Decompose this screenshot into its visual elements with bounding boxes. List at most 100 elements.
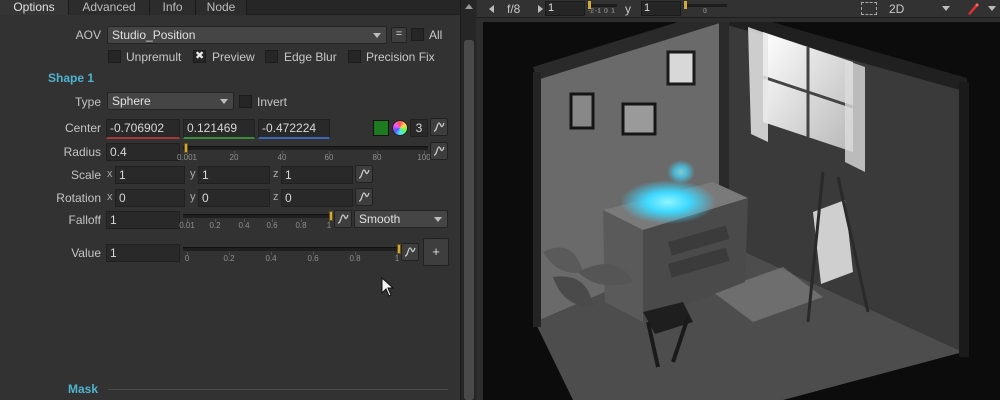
falloff-curve-button[interactable] [334,210,352,228]
chevron-down-icon[interactable] [942,6,950,11]
preview-label: Preview [212,50,255,64]
scale-y-input[interactable]: 1 [198,166,270,184]
value-curve-button[interactable] [401,243,419,261]
scale-z-input[interactable]: 1 [281,166,353,184]
center-label: Center [64,121,101,135]
curve-icon [337,214,349,224]
rotation-z-input[interactable]: 0 [281,189,353,207]
gain-slider[interactable]: -2 -1 0 1 [587,1,617,16]
render-preview-image [483,22,1000,400]
slider-tick-label: -2 [587,8,595,15]
rotation-x-input[interactable]: 0 [115,189,185,207]
gamma-input[interactable]: 1 [641,1,681,16]
mask-divider [108,389,448,390]
rotation-curve-button[interactable] [355,188,373,206]
radius-slider[interactable]: 0.001 20 40 60 80 100 [177,143,431,162]
slider-tick-label: 0.4 [265,254,277,263]
slider-tick-label: 80 [372,153,382,162]
tab-options[interactable]: Options [0,0,69,15]
shape-section-title: Shape 1 [48,71,95,85]
slider-track[interactable] [183,214,333,218]
chevron-down-icon [434,217,442,222]
value-slider[interactable]: 0 0.2 0.4 0.6 0.8 1 [183,244,401,263]
slider-tick-label: 1 [611,8,615,15]
slider-track[interactable] [183,146,428,150]
curve-icon [358,192,370,202]
rotation-y-input[interactable]: 0 [198,189,270,207]
tab-advanced[interactable]: Advanced [69,0,150,15]
invert-label: Invert [257,95,288,109]
scale-y-axis-label: y [190,168,196,180]
viewer-panel: f/8 1 -2 -1 0 1 y 1 0 2D [477,0,1000,400]
aov-dropdown[interactable]: Studio_Position [107,26,387,44]
aov-equals-button[interactable]: = [391,27,407,43]
type-dropdown[interactable]: Sphere [107,92,234,110]
scale-x-input[interactable]: 1 [115,166,185,184]
slider-handle[interactable] [184,143,188,153]
all-checkbox[interactable] [411,28,424,41]
radius-curve-button[interactable] [430,142,448,160]
falloff-input[interactable]: 1 [106,211,180,229]
slider-handle[interactable] [588,1,591,9]
tab-info[interactable]: Info [150,0,196,15]
region-select-icon[interactable] [861,2,877,15]
slider-handle[interactable] [684,1,687,9]
precision-fix-checkbox[interactable] [348,50,361,63]
aov-value: Studio_Position [112,28,196,42]
preview-checkbox[interactable] [193,49,206,63]
precision-fix-label: Precision Fix [366,50,435,64]
scale-curve-button[interactable] [355,165,373,183]
viewer-canvas[interactable] [483,22,1000,400]
frame-play-icon[interactable] [538,5,543,13]
frame-input[interactable]: 1 [545,1,585,16]
value-input[interactable]: 1 [106,244,180,262]
slider-tick-label: -1 [594,8,602,15]
gamma-y-label: y [625,2,631,16]
radius-input[interactable]: 0.4 [106,143,180,161]
unpremult-checkbox[interactable] [108,50,121,63]
chevron-down-icon[interactable] [988,6,996,11]
gamma-slider[interactable]: 0 [683,1,727,16]
slider-tick-label: 0.8 [349,254,361,263]
scale-label: Scale [70,168,101,182]
rotation-x-axis-label: x [107,191,113,203]
falloff-slider[interactable]: 0.01 0.2 0.4 0.6 0.8 1 [179,211,333,230]
center-z-input[interactable]: -0.472224 [258,119,330,139]
type-label: Type [74,95,101,109]
center-x-input[interactable]: -0.706902 [106,119,180,139]
center-y-input[interactable]: 0.121469 [183,119,255,139]
slider-tick-label: 0 [184,254,190,263]
color-wheel-icon[interactable] [392,120,408,136]
slider-tick-label: 0 [703,8,707,15]
fstop-label[interactable]: f/8 [507,2,520,16]
tab-node[interactable]: Node [196,0,247,15]
slider-handle[interactable] [329,211,333,221]
slider-tick-label: 20 [229,153,239,162]
scrollbar-thumb[interactable] [464,40,474,400]
chevron-down-icon [373,33,381,38]
slider-track[interactable] [683,4,727,7]
falloff-label: Falloff [68,213,101,227]
aov-label: AOV [75,28,101,42]
slider-track[interactable] [587,4,617,7]
scroll-up-icon[interactable] [465,4,473,9]
edge-blur-checkbox[interactable] [265,50,278,63]
color-picker-icon[interactable] [965,2,979,16]
properties-panel: Options Advanced Info Node AOV Studio_Po… [0,0,460,400]
color-swatch[interactable] [373,120,389,136]
slider-tick-label: 0.001 [176,153,198,162]
add-value-button[interactable]: + [423,238,449,266]
properties-scrollbar[interactable] [460,0,476,400]
all-label: All [429,28,443,42]
center-curve-button[interactable] [430,118,448,136]
slider-tick-label: 40 [277,153,287,162]
invert-checkbox[interactable] [239,95,252,108]
slider-tick-label: 0.4 [238,221,250,230]
slider-track[interactable] [183,247,401,251]
prev-fstop-icon[interactable] [489,5,494,13]
scale-z-axis-label: z [273,168,279,180]
slider-tick-label: 0.01 [179,221,195,230]
falloff-mode-dropdown[interactable]: Smooth [354,210,448,228]
view-mode-value[interactable]: 2D [889,2,904,16]
center-channels-value[interactable]: 3 [410,119,428,137]
